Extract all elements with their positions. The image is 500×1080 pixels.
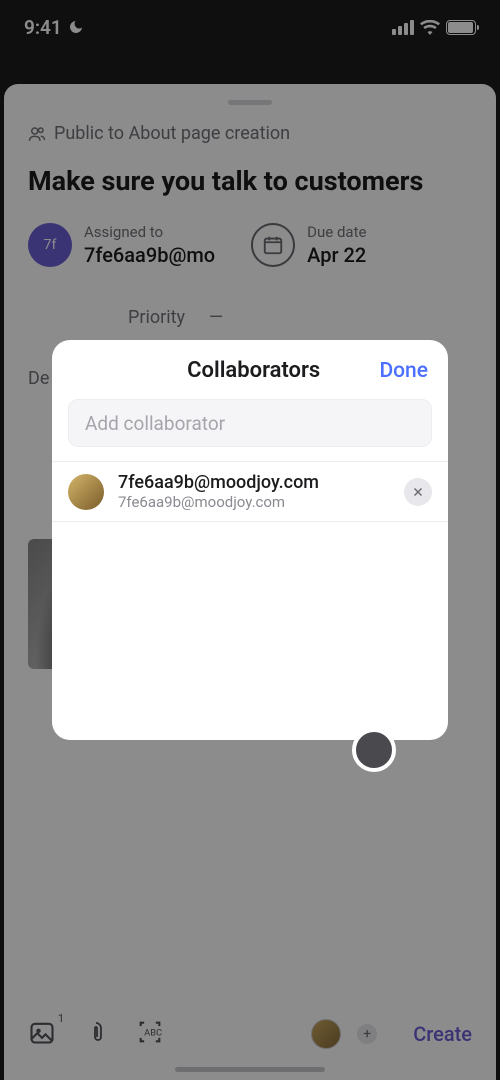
touch-indicator [352, 728, 396, 772]
collaborator-name: 7fe6aa9b@moodjoy.com [118, 472, 390, 493]
avatar [68, 474, 104, 510]
modal-header: Collaborators Done [52, 358, 448, 399]
close-icon [412, 486, 424, 498]
collaborator-email: 7fe6aa9b@moodjoy.com [118, 493, 390, 511]
collaborator-list: 7fe6aa9b@moodjoy.com 7fe6aa9b@moodjoy.co… [52, 461, 448, 522]
modal-title: Collaborators [128, 358, 379, 383]
collaborator-row[interactable]: 7fe6aa9b@moodjoy.com 7fe6aa9b@moodjoy.co… [52, 462, 448, 522]
done-button[interactable]: Done [379, 359, 428, 383]
add-collaborator-input[interactable] [68, 399, 432, 447]
collaborators-modal: Collaborators Done 7fe6aa9b@moodjoy.com … [52, 340, 448, 740]
remove-collaborator-button[interactable] [404, 478, 432, 506]
